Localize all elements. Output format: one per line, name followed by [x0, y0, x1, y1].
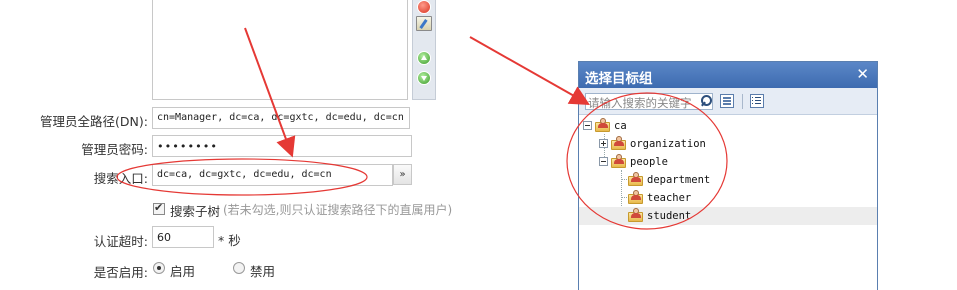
list-icon[interactable]: [750, 94, 764, 108]
members-textarea[interactable]: [152, 0, 408, 100]
tree-node-student[interactable]: student: [579, 207, 877, 225]
remove-icon[interactable]: [417, 0, 431, 14]
enabled-label: 是否启用:: [93, 265, 148, 280]
toolbar-separator: [742, 94, 743, 109]
collapse-icon[interactable]: [599, 157, 608, 166]
dialog-search-input[interactable]: 请输入搜索的关键字: [585, 93, 713, 110]
close-icon[interactable]: ✕: [856, 65, 869, 83]
search-icon[interactable]: [699, 94, 713, 109]
tree-node-label: teacher: [647, 192, 692, 204]
dialog-title-bar: 选择目标组 ✕: [579, 62, 877, 88]
browse-button[interactable]: »: [393, 164, 412, 185]
dialog-title: 选择目标组: [585, 71, 653, 87]
expand-all-icon[interactable]: [720, 94, 734, 108]
folder-user-icon: [628, 172, 644, 187]
annotation-arrow-2: [469, 36, 590, 105]
enabled-on-label: 启用: [170, 264, 196, 279]
admin-password-label: 管理员密码:: [81, 142, 148, 157]
folder-user-icon: [595, 118, 611, 133]
tree-node-label: people: [630, 156, 668, 168]
tree-node-department[interactable]: department: [579, 171, 877, 189]
member-controls: [412, 0, 436, 100]
tree-node-label: student: [647, 210, 692, 222]
enabled-off-radio[interactable]: [233, 262, 245, 274]
select-group-dialog: 选择目标组 ✕ 请输入搜索的关键字 ca organization people…: [578, 61, 878, 290]
move-down-icon[interactable]: [417, 71, 431, 85]
tree-node-people[interactable]: people: [579, 153, 877, 171]
tree-node-ca[interactable]: ca: [579, 117, 877, 135]
search-entry-label: 搜索入口:: [93, 171, 148, 186]
enabled-on-radio[interactable]: [153, 262, 165, 274]
tree-node-label: ca: [614, 120, 627, 132]
dialog-toolbar: 请输入搜索的关键字: [579, 88, 877, 115]
search-entry-input[interactable]: dc=ca, dc=gxtc, dc=edu, dc=cn: [152, 164, 393, 186]
timeout-unit: * 秒: [218, 233, 241, 248]
enabled-off-label: 禁用: [250, 264, 276, 279]
move-up-icon[interactable]: [417, 51, 431, 65]
timeout-input[interactable]: 60: [152, 226, 214, 248]
search-subtree-checkbox[interactable]: [153, 201, 165, 215]
timeout-label: 认证超时:: [93, 234, 148, 249]
search-subtree-hint: (若未勾选,则只认证搜索路径下的直属用户): [223, 203, 453, 217]
collapse-icon[interactable]: [583, 121, 592, 130]
search-subtree-label: 搜索子树: [170, 204, 221, 219]
edit-icon[interactable]: [416, 16, 432, 31]
admin-dn-input[interactable]: cn=Manager, dc=ca, dc=gxtc, dc=edu, dc=c…: [152, 107, 410, 129]
tree-node-teacher[interactable]: teacher: [579, 189, 877, 207]
expand-icon[interactable]: [599, 139, 608, 148]
folder-user-icon: [628, 190, 644, 205]
tree-node-label: department: [647, 174, 711, 186]
tree-node-label: organization: [630, 138, 706, 150]
folder-user-icon: [611, 154, 627, 169]
folder-user-icon: [611, 136, 627, 151]
folder-user-icon: [628, 208, 644, 223]
admin-password-input[interactable]: ••••••••: [152, 135, 412, 157]
admin-dn-label: 管理员全路径(DN):: [40, 114, 148, 129]
tree-node-organization[interactable]: organization: [579, 135, 877, 153]
